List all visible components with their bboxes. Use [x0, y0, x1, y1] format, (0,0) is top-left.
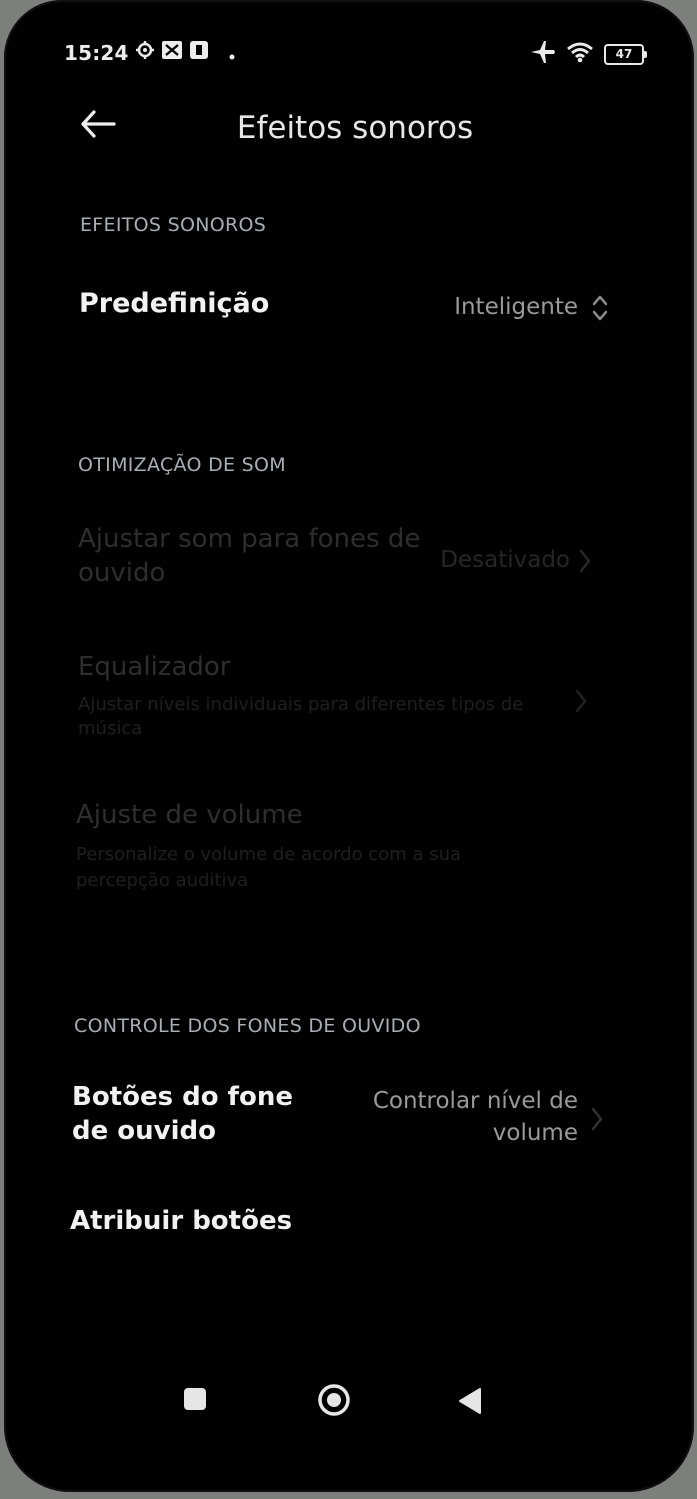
chevron-right-icon: [579, 549, 591, 573]
section-label-optimization: OTIMIZAÇÃO DE SOM: [78, 454, 286, 476]
headphones-adjust-row[interactable]: Ajustar som para fones de ouvido Desativ…: [64, 520, 654, 600]
preset-value: Inteligente: [454, 294, 578, 320]
headset-buttons-title-line1: Botões do fone: [72, 1082, 293, 1112]
home-circle-icon: [318, 1384, 350, 1416]
preset-title: Predefinição: [79, 288, 270, 319]
headphones-adjust-title-line1: Ajustar som para fones de: [78, 524, 421, 554]
status-time: 15:24: [64, 40, 129, 65]
battery-icon: 47: [604, 44, 647, 65]
recents-square-icon: [184, 1388, 206, 1410]
section-label-headset-control: CONTROLE DOS FONES DE OUVIDO: [74, 1015, 421, 1037]
assign-buttons-row[interactable]: Atribuir botões: [60, 1190, 654, 1260]
equalizer-title: Equalizador: [78, 652, 231, 682]
volume-adjust-subtitle-line2: percepção auditiva: [76, 870, 249, 891]
headset-buttons-title-line2: de ouvido: [72, 1116, 217, 1146]
settings-gear-icon: [135, 40, 155, 65]
app-icon: [189, 40, 209, 65]
cast-icon: [161, 40, 183, 65]
volume-adjust-title: Ajuste de volume: [76, 800, 303, 830]
page-title: Efeitos sonoros: [236, 110, 474, 146]
recents-button[interactable]: [182, 1386, 208, 1416]
equalizer-subtitle-line1: Ajustar níveis individuais para diferent…: [78, 694, 524, 715]
headset-buttons-row[interactable]: Botões do fone de ouvido Controlar nível…: [60, 1078, 654, 1168]
volume-adjust-subtitle-line1: Personalize o volume de acordo com a sua: [76, 844, 462, 865]
equalizer-row[interactable]: Equalizador Ajustar níveis individuais p…: [64, 648, 654, 748]
section-label-effects: EFEITOS SONOROS: [80, 214, 267, 236]
airplane-icon: [530, 40, 556, 69]
equalizer-subtitle-line2: música: [78, 718, 143, 739]
wifi-icon: [566, 41, 594, 68]
headset-buttons-value-line1: Controlar nível de: [372, 1088, 578, 1114]
volume-adjust-row[interactable]: Ajuste de volume Personalize o volume de…: [64, 800, 654, 900]
nav-back-button[interactable]: [456, 1386, 484, 1420]
dot-icon: [229, 41, 235, 65]
status-left: 15:24: [64, 40, 235, 65]
chevron-right-icon: [591, 1107, 603, 1131]
status-right: 47: [530, 40, 647, 69]
chevron-right-icon: [575, 689, 587, 713]
headphones-adjust-value: Desativado: [440, 547, 570, 573]
updown-chevron-icon: [592, 295, 608, 321]
assign-buttons-title: Atribuir botões: [70, 1206, 293, 1236]
navigation-bar: [4, 1380, 694, 1430]
phone-screen: 15:24 47 Efeitos sonoros EFEITOS SONOROS…: [4, 0, 694, 1492]
headphones-adjust-title-line2: ouvido: [78, 558, 166, 588]
app-header: Efeitos sonoros: [4, 100, 694, 160]
status-bar: 15:24 47: [64, 38, 647, 70]
home-button[interactable]: [316, 1382, 352, 1422]
back-triangle-icon: [459, 1388, 481, 1414]
preset-row[interactable]: Predefinição Inteligente: [64, 270, 654, 350]
headset-buttons-value-line2: volume: [492, 1120, 578, 1146]
